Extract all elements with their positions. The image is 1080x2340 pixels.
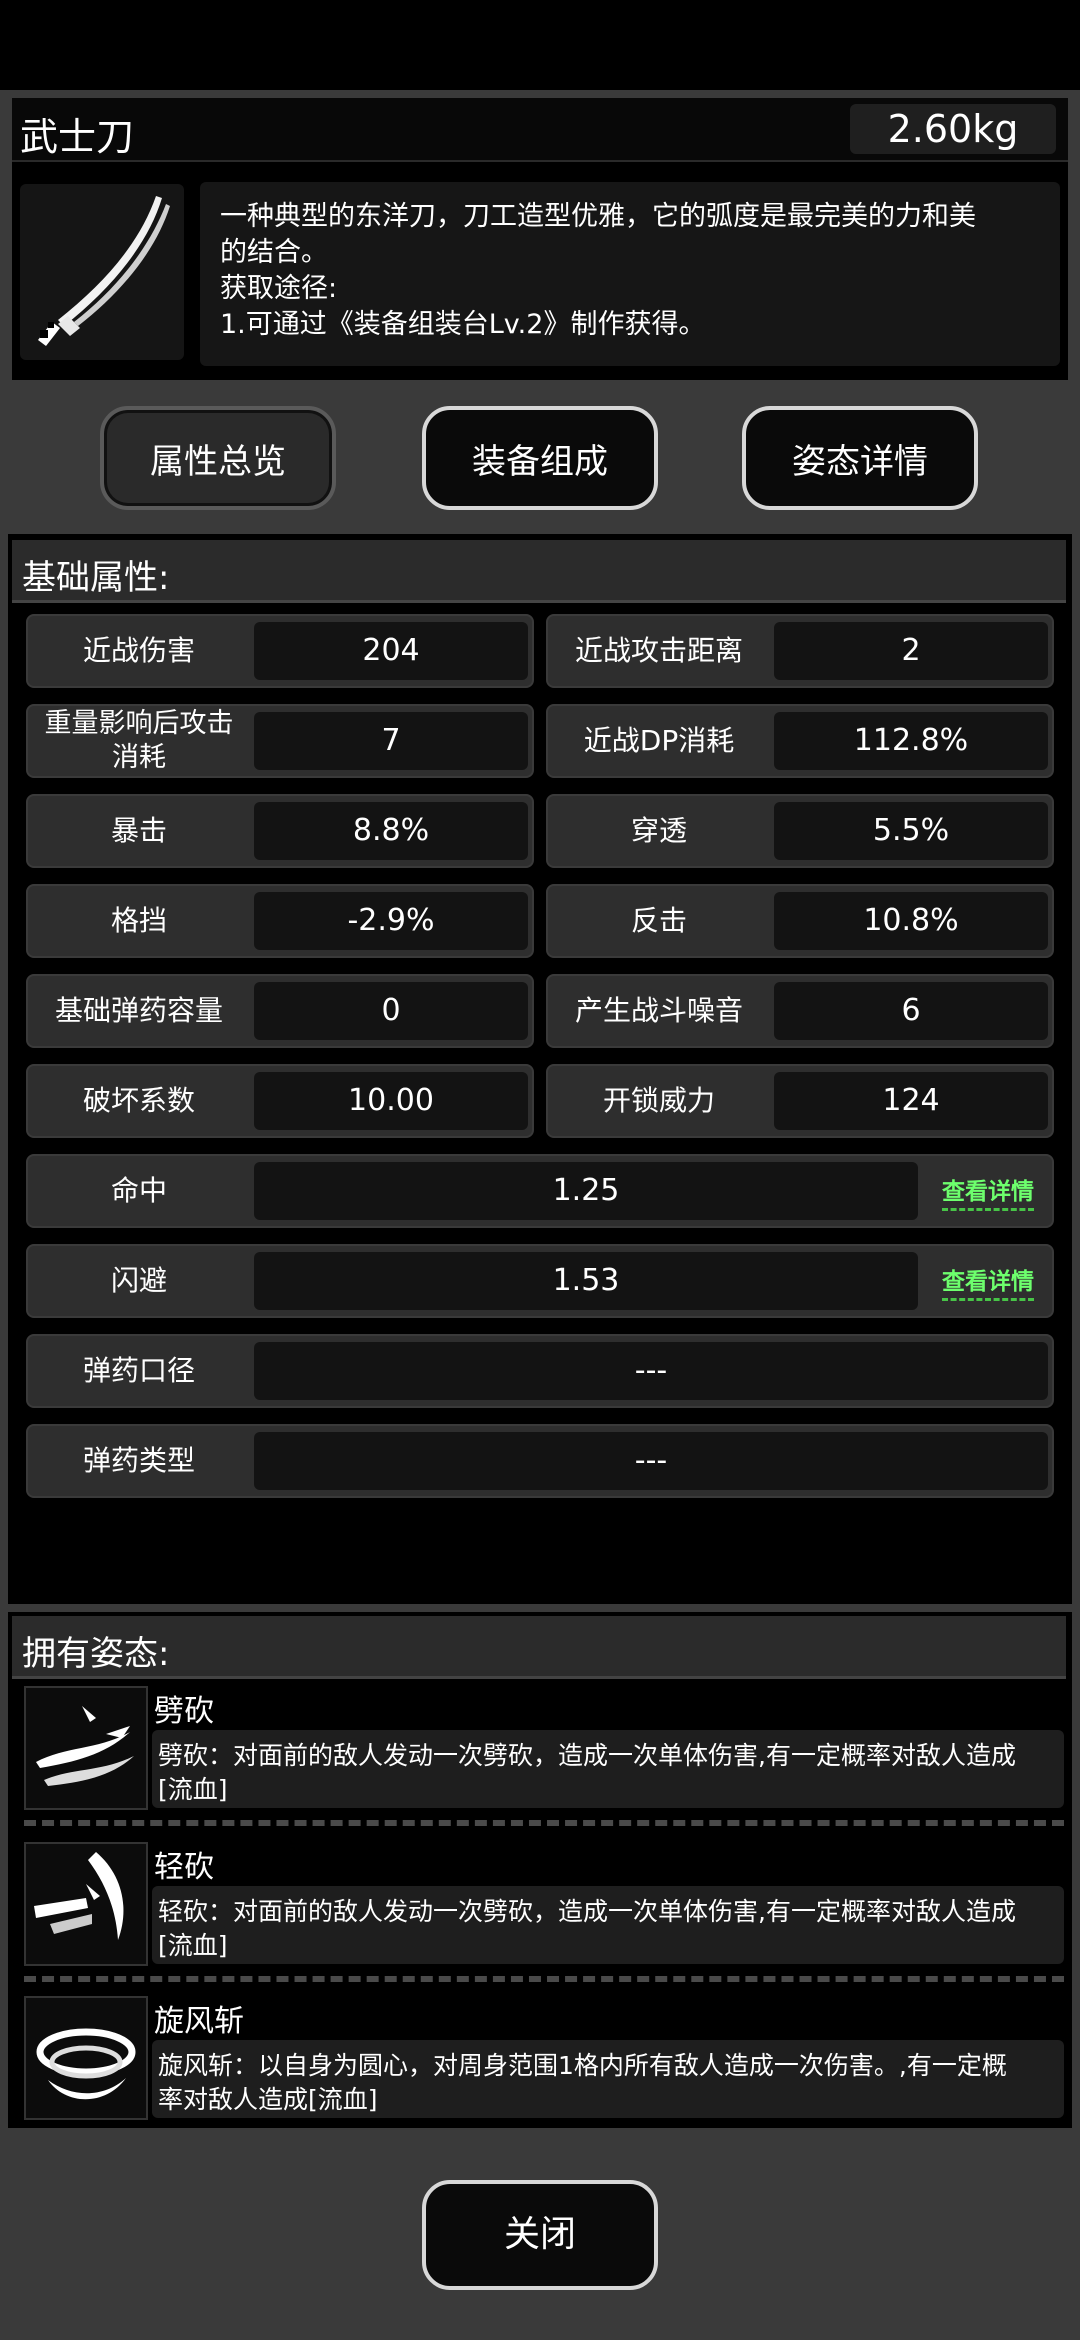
- stat-label: 近战攻击距离: [574, 634, 743, 667]
- stat-cell: 重量影响后攻击消耗 7: [26, 704, 534, 778]
- stat-cell: 近战攻击距离 2: [546, 614, 1054, 688]
- description-line: 获取途径:: [220, 273, 338, 304]
- stat-label: 弹药口径: [82, 1354, 195, 1387]
- section-title: 拥有姿态:: [22, 1634, 170, 1674]
- stat-label: 穿透: [630, 814, 687, 847]
- stat-label: 产生战斗噪音: [574, 994, 743, 1027]
- stat-value: ---: [254, 1342, 1048, 1400]
- stance-name: 旋风斩: [154, 2004, 244, 2039]
- stance-description: 旋风斩：以自身为圆心，对周身范围1格内所有敌人造成一次伤害。,有一定概 率对敌人…: [152, 2040, 1064, 2118]
- stance-description: 轻砍：对面前的敌人发动一次劈砍，造成一次单体伤害,有一定概率对敌人造成 [流血]: [152, 1886, 1064, 1964]
- stat-label: 命中: [110, 1174, 167, 1207]
- stat-value: 112.8%: [774, 712, 1048, 770]
- stat-value: 5.5%: [774, 802, 1048, 860]
- stat-value: 1.53: [254, 1252, 918, 1310]
- chop-slash-icon: [24, 1686, 148, 1810]
- stat-value: 8.8%: [254, 802, 528, 860]
- stance-desc-line: [流血]: [158, 1775, 228, 1804]
- stat-cell: 反击 10.8%: [546, 884, 1054, 958]
- stat-value: 1.25: [254, 1162, 918, 1220]
- stat-label: 基础弹药容量: [54, 994, 223, 1027]
- stat-value: 2: [774, 622, 1048, 680]
- stance-desc-line: 轻砍：对面前的敌人发动一次劈砍，造成一次单体伤害,有一定概率对敌人造成: [158, 1897, 1016, 1926]
- stat-label: 近战伤害: [82, 634, 195, 667]
- stat-value: 7: [254, 712, 528, 770]
- stat-cell: 格挡 -2.9%: [26, 884, 534, 958]
- stance-desc-line: 劈砍：对面前的敌人发动一次劈砍，造成一次单体伤害,有一定概率对敌人造成: [158, 1741, 1016, 1770]
- stance-item[interactable]: 轻砍 轻砍：对面前的敌人发动一次劈砍，造成一次单体伤害,有一定概率对敌人造成 […: [24, 1842, 1064, 1970]
- stat-label: 闪避: [110, 1264, 167, 1297]
- view-dodge-details-link[interactable]: 查看详情: [942, 1262, 1034, 1301]
- item-title-row: 武士刀 2.60kg: [12, 98, 1068, 162]
- footer-bar: 关闭: [0, 2140, 1080, 2340]
- item-description: 一种典型的东洋刀，刀工造型优雅，它的弧度是最完美的力和美 的结合。 获取途径: …: [200, 182, 1060, 366]
- stat-value: 124: [774, 1072, 1048, 1130]
- stat-cell: 暴击 8.8%: [26, 794, 534, 868]
- tab-attribute-overview[interactable]: 属性总览: [100, 406, 336, 510]
- stance-divider: [24, 1820, 1064, 1826]
- basic-attributes-header: 基础属性:: [12, 540, 1066, 603]
- stat-cell-ammo-type: 弹药类型 ---: [26, 1424, 1054, 1498]
- stat-value: 10.00: [254, 1072, 528, 1130]
- item-weight: 2.60kg: [850, 104, 1056, 154]
- stat-label: 反击: [630, 904, 687, 937]
- stat-cell: 开锁威力 124: [546, 1064, 1054, 1138]
- description-line: 的结合。: [220, 237, 328, 268]
- stat-label: 开锁威力: [602, 1084, 715, 1117]
- whirlwind-slash-icon: [24, 1996, 148, 2120]
- stat-cell-hit: 命中 1.25 查看详情: [26, 1154, 1054, 1228]
- stat-value: 6: [774, 982, 1048, 1040]
- stat-value: 0: [254, 982, 528, 1040]
- tab-stance-details[interactable]: 姿态详情: [742, 406, 978, 510]
- view-hit-details-link[interactable]: 查看详情: [942, 1172, 1034, 1211]
- stat-cell: 基础弹药容量 0: [26, 974, 534, 1048]
- stance-item[interactable]: 旋风斩 旋风斩：以自身为圆心，对周身范围1格内所有敌人造成一次伤害。,有一定概 …: [24, 1996, 1064, 2124]
- stat-cell-caliber: 弹药口径 ---: [26, 1334, 1054, 1408]
- stat-label: 破坏系数: [82, 1084, 195, 1117]
- light-slash-icon: [24, 1842, 148, 1966]
- stat-value: ---: [254, 1432, 1048, 1490]
- description-line: 一种典型的东洋刀，刀工造型优雅，它的弧度是最完美的力和美: [220, 201, 976, 232]
- stat-label: 暴击: [110, 814, 167, 847]
- stance-item[interactable]: 劈砍 劈砍：对面前的敌人发动一次劈砍，造成一次单体伤害,有一定概率对敌人造成 […: [24, 1686, 1064, 1814]
- stat-label: 弹药类型: [82, 1444, 195, 1477]
- item-header: 武士刀 2.60kg 一种典型的东洋刀，刀工造型优雅，它的弧度是最完美的力和美 …: [12, 98, 1068, 380]
- stat-label: 格挡: [110, 904, 167, 937]
- stat-cell: 近战DP消耗 112.8%: [546, 704, 1054, 778]
- stat-value: 204: [254, 622, 528, 680]
- stat-label: 重量影响后攻击消耗: [44, 708, 234, 773]
- stance-desc-line: 旋风斩：以自身为圆心，对周身范围1格内所有敌人造成一次伤害。,有一定概: [158, 2051, 1007, 2080]
- tab-equipment-composition[interactable]: 装备组成: [422, 406, 658, 510]
- stance-divider: [24, 1976, 1064, 1982]
- stat-cell: 穿透 5.5%: [546, 794, 1054, 868]
- stance-desc-line: [流血]: [158, 1931, 228, 1960]
- katana-icon: [20, 184, 184, 360]
- stat-cell-dodge: 闪避 1.53 查看详情: [26, 1244, 1054, 1318]
- stance-description: 劈砍：对面前的敌人发动一次劈砍，造成一次单体伤害,有一定概率对敌人造成 [流血]: [152, 1730, 1064, 1808]
- stat-cell: 破坏系数 10.00: [26, 1064, 534, 1138]
- stance-name: 劈砍: [154, 1694, 214, 1729]
- stat-cell: 近战伤害 204: [26, 614, 534, 688]
- stance-name: 轻砍: [154, 1850, 214, 1885]
- stances-header: 拥有姿态:: [12, 1616, 1066, 1679]
- status-bar-area: [0, 0, 1080, 90]
- stat-label: 近战DP消耗: [583, 724, 735, 757]
- close-button[interactable]: 关闭: [422, 2180, 658, 2290]
- description-line: 1.可通过《装备组装台Lv.2》制作获得。: [220, 309, 706, 340]
- item-name: 武士刀: [20, 115, 135, 159]
- stat-cell: 产生战斗噪音 6: [546, 974, 1054, 1048]
- tab-bar: 属性总览 装备组成 姿态详情: [0, 386, 1080, 526]
- stance-desc-line: 率对敌人造成[流血]: [158, 2085, 378, 2114]
- section-title: 基础属性:: [22, 558, 170, 598]
- stat-value: 10.8%: [774, 892, 1048, 950]
- stat-value: -2.9%: [254, 892, 528, 950]
